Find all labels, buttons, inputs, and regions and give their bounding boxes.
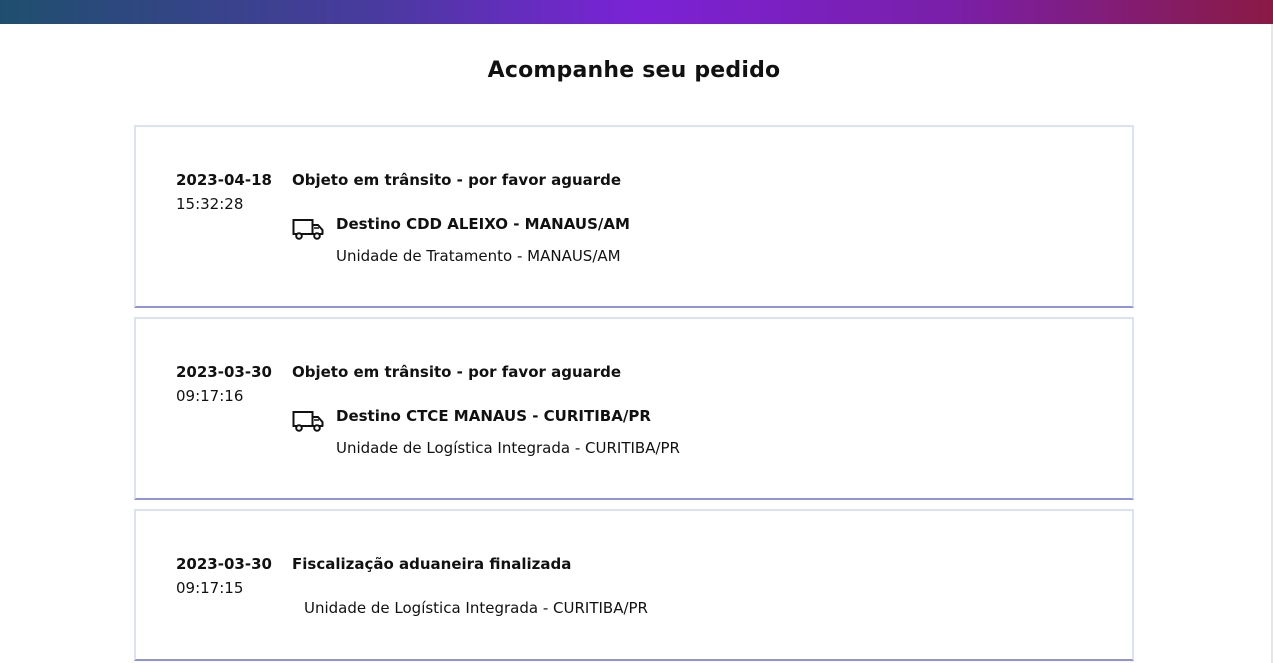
event-status: Objeto em trânsito - por favor aguarde: [292, 171, 622, 189]
event-destination: Destino CTCE MANAUS - CURITIBA/PR: [336, 407, 651, 425]
event-status: Fiscalização aduaneira finalizada: [292, 555, 572, 573]
event-time: 09:17:16: [176, 387, 244, 405]
event-date: 2023-04-18: [176, 171, 272, 189]
tracking-event-card: 2023-03-30 09:17:16 Objeto em trânsito -…: [134, 317, 1134, 500]
event-destination: Destino CDD ALEIXO - MANAUS/AM: [336, 215, 630, 233]
event-date: 2023-03-30: [176, 555, 272, 573]
tracking-event-card: 2023-03-30 09:17:15 Fiscalização aduanei…: [134, 509, 1134, 661]
event-status: Objeto em trânsito - por favor aguarde: [292, 363, 622, 381]
event-unit: Unidade de Tratamento - MANAUS/AM: [336, 247, 621, 265]
top-gradient-bar: [0, 0, 1273, 24]
event-time: 15:32:28: [176, 195, 244, 213]
event-unit: Unidade de Logística Integrada - CURITIB…: [336, 439, 680, 457]
truck-icon: [292, 219, 324, 240]
event-date: 2023-03-30: [176, 363, 272, 381]
event-time: 09:17:15: [176, 579, 244, 597]
tracking-event-card: 2023-04-18 15:32:28 Objeto em trânsito -…: [134, 125, 1134, 308]
truck-icon: [292, 411, 324, 432]
page-title: Acompanhe seu pedido: [487, 58, 781, 83]
event-unit: Unidade de Logística Integrada - CURITIB…: [304, 599, 648, 617]
